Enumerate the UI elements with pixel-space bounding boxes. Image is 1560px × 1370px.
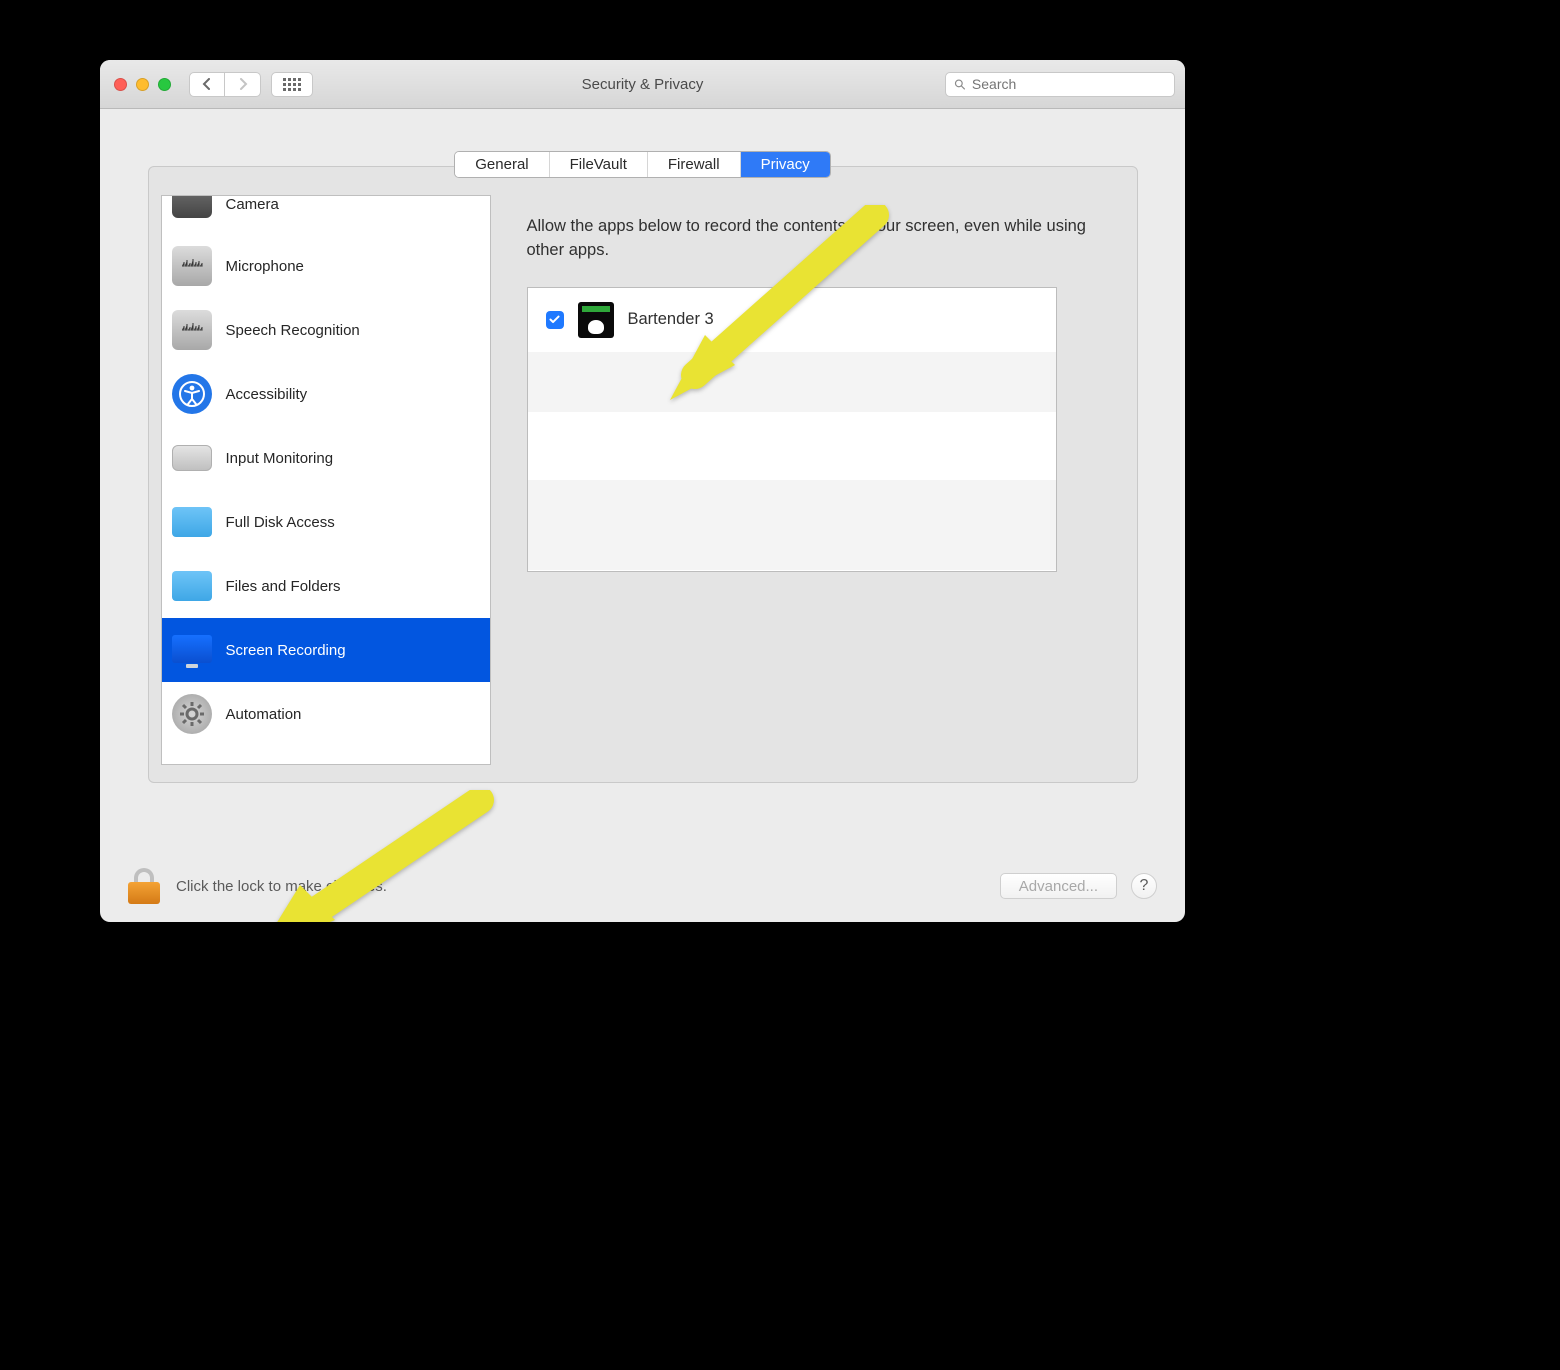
forward-button[interactable] (225, 72, 261, 97)
lock-button[interactable] (128, 868, 160, 904)
chevron-right-icon (238, 78, 248, 90)
back-button[interactable] (189, 72, 225, 97)
zoom-icon[interactable] (158, 78, 171, 91)
footer: Click the lock to make changes. Advanced… (100, 868, 1185, 904)
sidebar-item-files-folders[interactable]: Files and Folders (162, 554, 490, 618)
sidebar-item-automation[interactable]: Automation (162, 682, 490, 746)
sidebar-item-label: Input Monitoring (226, 450, 334, 467)
tab-filevault[interactable]: FileVault (550, 152, 648, 177)
folder-icon (172, 507, 212, 537)
sidebar-item-label: Files and Folders (226, 578, 341, 595)
microphone-icon (172, 246, 212, 286)
detail-pane: Allow the apps below to record the conte… (491, 195, 1137, 782)
app-row-empty (528, 412, 1056, 480)
permission-checkbox[interactable] (546, 311, 564, 329)
app-permission-list[interactable]: Bartender 3 (527, 287, 1057, 572)
gear-icon (172, 694, 212, 734)
tab-firewall[interactable]: Firewall (648, 152, 741, 177)
camera-icon (172, 195, 212, 218)
preferences-window: Security & Privacy General FileVault Fir… (100, 60, 1185, 922)
sidebar-item-label: Automation (226, 706, 302, 723)
chevron-left-icon (202, 78, 212, 90)
sidebar-item-accessibility[interactable]: Accessibility (162, 362, 490, 426)
search-icon (954, 78, 966, 91)
bartender-app-icon (578, 302, 614, 338)
sidebar-item-screen-recording[interactable]: Screen Recording (162, 618, 490, 682)
nav-buttons (189, 72, 261, 97)
sidebar-item-full-disk[interactable]: Full Disk Access (162, 490, 490, 554)
app-name: Bartender 3 (628, 308, 714, 332)
help-button[interactable]: ? (1131, 873, 1157, 899)
keyboard-icon (172, 445, 212, 471)
close-icon[interactable] (114, 78, 127, 91)
app-row-empty (528, 352, 1056, 412)
sidebar-item-camera[interactable]: Camera (162, 196, 490, 234)
tab-general[interactable]: General (455, 152, 549, 177)
lock-hint-text: Click the lock to make changes. (176, 878, 387, 895)
advanced-button[interactable]: Advanced... (1000, 873, 1117, 899)
tab-privacy[interactable]: Privacy (741, 152, 830, 177)
sidebar-item-label: Accessibility (226, 386, 308, 403)
check-icon (548, 313, 561, 326)
privacy-panel: Camera Microphone Speech Recognition (148, 166, 1138, 783)
search-field[interactable] (945, 72, 1175, 97)
app-row[interactable]: Bartender 3 (528, 288, 1056, 352)
speech-icon (172, 310, 212, 350)
sidebar-item-label: Camera (226, 196, 279, 213)
titlebar: Security & Privacy (100, 60, 1185, 109)
sidebar-item-microphone[interactable]: Microphone (162, 234, 490, 298)
accessibility-icon (172, 374, 212, 414)
folder-icon (172, 571, 212, 601)
sidebar-item-label: Screen Recording (226, 642, 346, 659)
show-all-button[interactable] (271, 72, 313, 97)
search-input[interactable] (972, 76, 1166, 92)
sidebar-item-label: Speech Recognition (226, 322, 360, 339)
sidebar-item-truncated[interactable] (162, 746, 490, 765)
privacy-category-list[interactable]: Camera Microphone Speech Recognition (161, 195, 491, 765)
minimize-icon[interactable] (136, 78, 149, 91)
sidebar-item-input-monitoring[interactable]: Input Monitoring (162, 426, 490, 490)
display-icon (172, 635, 212, 663)
sidebar-item-label: Microphone (226, 258, 304, 275)
app-row-empty (528, 480, 1056, 570)
grid-icon (283, 78, 301, 91)
sidebar-item-label: Full Disk Access (226, 514, 335, 531)
tab-bar: General FileVault Firewall Privacy (454, 151, 831, 178)
window-controls (114, 78, 171, 91)
lock-icon (128, 882, 160, 904)
permission-description: Allow the apps below to record the conte… (527, 215, 1101, 263)
content-area: General FileVault Firewall Privacy Camer… (100, 109, 1185, 783)
sidebar-item-speech[interactable]: Speech Recognition (162, 298, 490, 362)
